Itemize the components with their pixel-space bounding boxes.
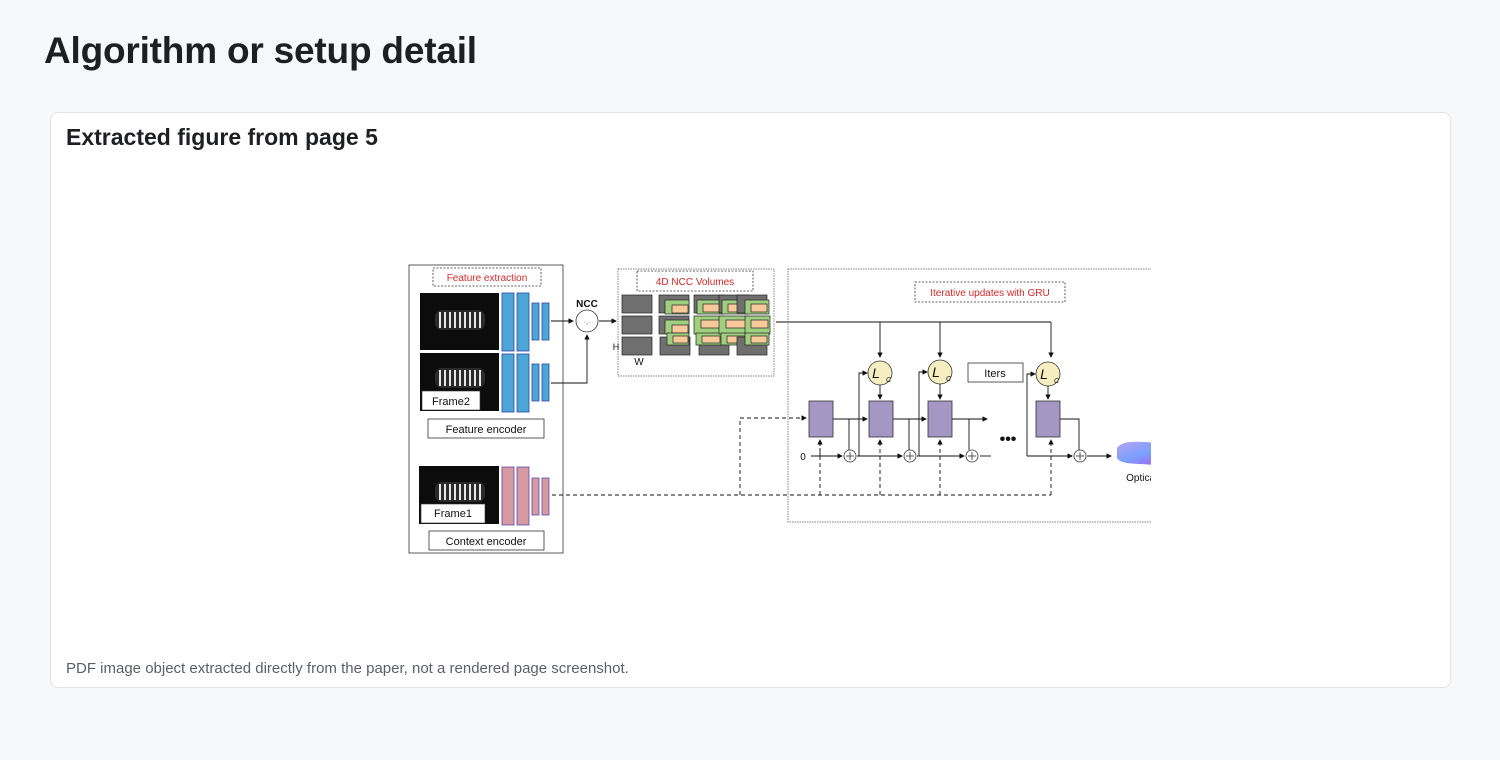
iters-label: Iters	[984, 368, 1006, 380]
h-axis-label: H	[613, 342, 620, 352]
frame1-label: Frame1	[434, 508, 472, 520]
w-axis-label: W	[634, 357, 644, 368]
architecture-figure: Feature extraction Frame2 Feature encode…	[408, 264, 1151, 554]
page-title: Algorithm or setup detail	[44, 30, 477, 71]
optical-flow-label: Optical flow	[1126, 473, 1151, 484]
card-title: Extracted figure from page 5	[66, 124, 378, 150]
lookup-label-3: L	[1040, 366, 1048, 382]
lookup-operators	[867, 359, 1061, 387]
frame-image-top	[420, 293, 499, 350]
context-encoder-label: Context encoder	[446, 536, 527, 548]
optical-flow-output	[1117, 441, 1151, 465]
figure-caption: PDF image object extracted directly from…	[66, 660, 629, 677]
feature-encoder-layers	[501, 292, 550, 413]
correlation-feed-lines	[776, 321, 1054, 358]
gru-connections	[811, 369, 1112, 459]
gru-label: Iterative updates with GRU	[930, 288, 1050, 299]
ellipsis-dots: •••	[1000, 431, 1017, 448]
feature-extraction-label: Feature extraction	[447, 273, 528, 284]
feature-encoder-label: Feature encoder	[446, 424, 527, 436]
figure-card: Extracted figure from page 5 Feature ext…	[50, 112, 1451, 688]
lookup-label-2: L	[932, 364, 940, 380]
lookup-label-1: L	[872, 365, 880, 381]
context-encoder-layers	[501, 466, 550, 526]
gru-panel	[787, 268, 1151, 523]
ncc-label: NCC	[576, 299, 598, 310]
frame2-label: Frame2	[432, 396, 470, 408]
ncc-volume-stack	[621, 294, 771, 356]
initial-flow-zero: 0	[800, 452, 806, 463]
ncc-volumes-label: 4D NCC Volumes	[656, 277, 734, 288]
ncc-operator-dot: ·,·	[584, 319, 591, 326]
